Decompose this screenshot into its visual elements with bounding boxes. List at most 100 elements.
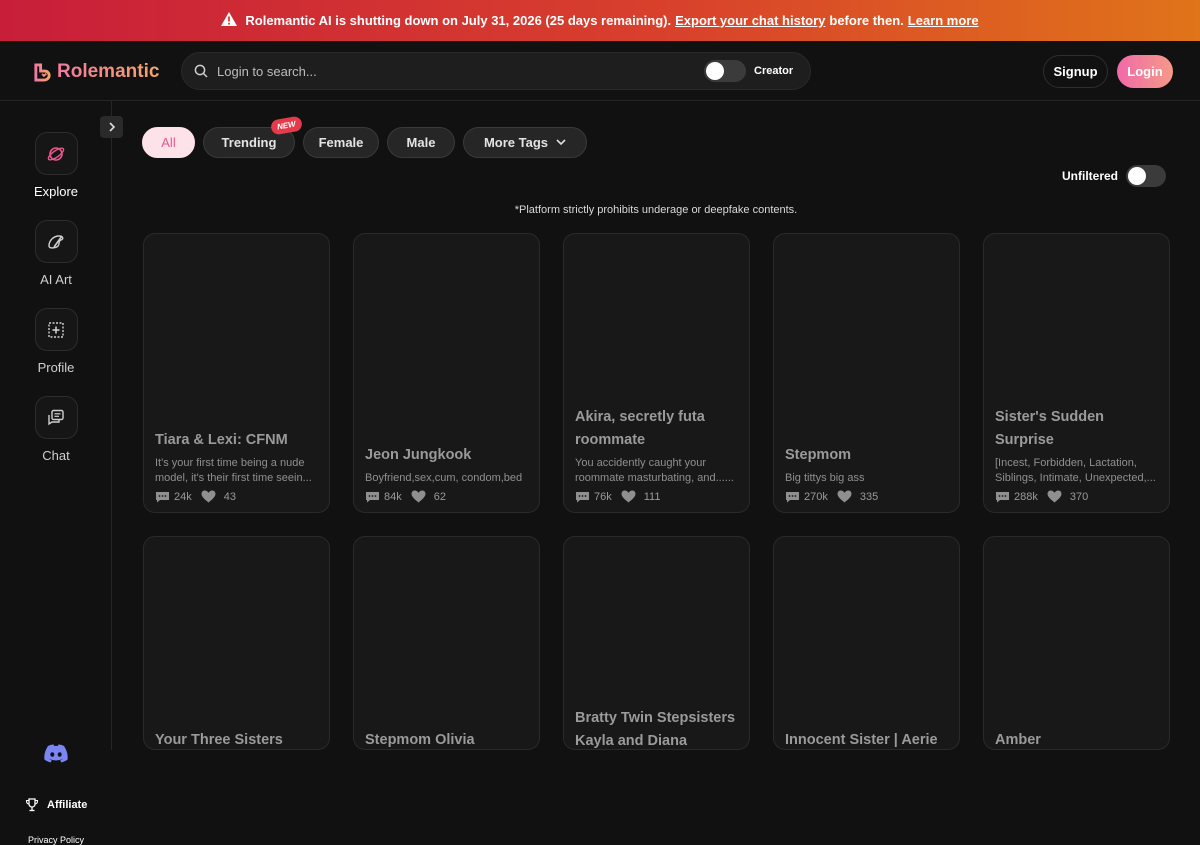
search-input[interactable]	[217, 63, 687, 79]
heart-icon	[621, 490, 636, 503]
tag-filter-bar: All Trending NEW Female Male More Tags	[142, 115, 595, 158]
sidebar-item-label: AI Art	[40, 272, 72, 287]
tag-more-dropdown[interactable]: More Tags	[463, 127, 587, 158]
tag-trending-label: Trending	[221, 135, 277, 150]
like-count: 370	[1069, 490, 1089, 503]
profile-icon	[34, 308, 78, 351]
like-count: 62	[433, 490, 446, 503]
like-count: 335	[859, 490, 879, 503]
heart-icon	[201, 490, 216, 503]
sidebar-item-profile[interactable]: Profile	[0, 308, 112, 375]
trophy-icon	[25, 798, 39, 812]
card-title: Akira, secretly futa roommate	[575, 409, 705, 448]
sidebar-item-label: Chat	[42, 448, 70, 463]
tag-trending[interactable]: Trending NEW	[203, 115, 304, 158]
chat-bubble-icon	[576, 491, 589, 502]
creator-label: Creator	[754, 65, 794, 77]
card-description: It's your first time being a nude model,…	[155, 457, 312, 484]
card-title: Stepmom Olivia	[365, 732, 475, 748]
sidebar-item-label: Explore	[33, 184, 79, 199]
card-title: Jeon Jungkook	[365, 447, 472, 463]
card-title: Amber	[995, 732, 1041, 748]
search-icon	[194, 64, 208, 78]
creator-toggle[interactable]	[704, 60, 746, 82]
character-card[interactable]: Bratty Twin Stepsisters Kayla and Diana	[563, 536, 750, 750]
card-title: Sister's Sudden Surprise	[995, 409, 1105, 448]
affiliate-link[interactable]: Affiliate	[25, 798, 87, 812]
tag-female[interactable]: Female	[303, 127, 379, 158]
shutdown-banner: Rolemantic AI is shutting down on July 3…	[0, 0, 1200, 41]
sidebar: Explore AI Art Profile Chat Affiliate Pr…	[0, 101, 112, 845]
tag-more-label: More Tags	[483, 135, 549, 150]
character-card[interactable]: Amber	[983, 536, 1170, 750]
card-stats: 24k 43	[155, 490, 319, 503]
heart-icon	[411, 490, 426, 503]
privacy-policy-link[interactable]: Privacy Policy	[28, 835, 84, 845]
character-card[interactable]: Tiara & Lexi: CFNM It's your first time …	[143, 233, 330, 513]
character-card[interactable]: Stepmom Olivia	[353, 536, 540, 750]
chat-count: 270k	[804, 490, 828, 503]
chat-count: 84k	[384, 490, 402, 503]
card-description: Boyfriend,sex,cum, condom,bed	[365, 472, 523, 484]
character-card[interactable]: Sister's Sudden Surprise [Incest, Forbid…	[983, 233, 1170, 513]
signup-button[interactable]: Signup	[1043, 55, 1108, 88]
sidebar-collapse-button[interactable]	[100, 116, 123, 138]
card-title: Your Three Sisters	[155, 732, 283, 748]
banner-text: Rolemantic AI is shutting down on July 3…	[245, 13, 672, 28]
tag-all[interactable]: All	[142, 127, 195, 158]
card-description: [Incest, Forbidden, Lactation, Siblings,…	[995, 457, 1156, 484]
export-chat-link[interactable]: Export your chat history	[675, 13, 825, 28]
chat-bubble-icon	[996, 491, 1009, 502]
card-description: You accidently caught your roommate mast…	[575, 457, 734, 484]
heart-icon	[1047, 490, 1062, 503]
card-title: Tiara & Lexi: CFNM	[155, 432, 288, 448]
card-title: Stepmom	[785, 447, 852, 463]
card-title: Innocent Sister | Aerie	[785, 732, 938, 748]
tag-male[interactable]: Male	[387, 127, 455, 158]
learn-more-link[interactable]: Learn more	[908, 13, 979, 28]
card-stats: 270k 335	[785, 490, 949, 503]
card-title: Bratty Twin Stepsisters Kayla and Diana	[575, 710, 736, 749]
character-card[interactable]: Innocent Sister | Aerie	[773, 536, 960, 750]
card-stats: 84k 62	[365, 490, 529, 503]
warning-icon	[221, 11, 238, 30]
chat-bubble-icon	[156, 491, 169, 502]
like-count: 111	[643, 490, 661, 503]
sidebar-item-ai-art[interactable]: AI Art	[0, 220, 112, 287]
chat-count: 288k	[1014, 490, 1038, 503]
card-stats: 288k 370	[995, 490, 1159, 503]
unfiltered-label: Unfiltered	[1062, 169, 1119, 183]
login-button[interactable]: Login	[1117, 55, 1173, 88]
search-bar[interactable]: Creator	[181, 52, 811, 90]
chat-bubble-icon	[366, 491, 379, 502]
explore-icon	[34, 132, 78, 175]
chat-count: 24k	[174, 490, 192, 503]
affiliate-label: Affiliate	[47, 799, 88, 811]
unfiltered-filter: Unfiltered	[1062, 165, 1167, 187]
chat-count: 76k	[594, 490, 612, 503]
new-badge: NEW	[270, 115, 304, 136]
discord-icon[interactable]	[43, 744, 69, 768]
chevron-right-icon	[108, 122, 115, 132]
heart-icon	[837, 490, 852, 503]
app-name: Rolemantic	[57, 61, 160, 82]
character-card[interactable]: Jeon Jungkook Boyfriend,sex,cum, condom,…	[353, 233, 540, 513]
ai-art-icon	[34, 220, 78, 263]
sidebar-item-label: Profile	[37, 360, 75, 375]
top-header: Rolemantic Creator Signup Login	[0, 41, 1200, 101]
sidebar-item-explore[interactable]: Explore	[0, 132, 112, 199]
chevron-down-icon	[556, 139, 566, 146]
character-card[interactable]: Akira, secretly futa roommate You accide…	[563, 233, 750, 513]
content-notice: *Platform strictly prohibits underage or…	[514, 204, 798, 216]
chat-icon	[34, 396, 78, 439]
character-card[interactable]: Stepmom Big tittys big ass 270k 335	[773, 233, 960, 513]
card-stats: 76k 111	[575, 490, 739, 503]
character-card[interactable]: Your Three Sisters	[143, 536, 330, 750]
card-description: Big tittys big ass	[785, 472, 865, 484]
app-logo[interactable]: Rolemantic	[33, 61, 159, 83]
like-count: 43	[223, 490, 236, 503]
sidebar-item-chat[interactable]: Chat	[0, 396, 112, 463]
chat-bubble-icon	[786, 491, 799, 502]
unfiltered-toggle[interactable]	[1126, 165, 1167, 187]
logo-icon	[34, 62, 51, 82]
